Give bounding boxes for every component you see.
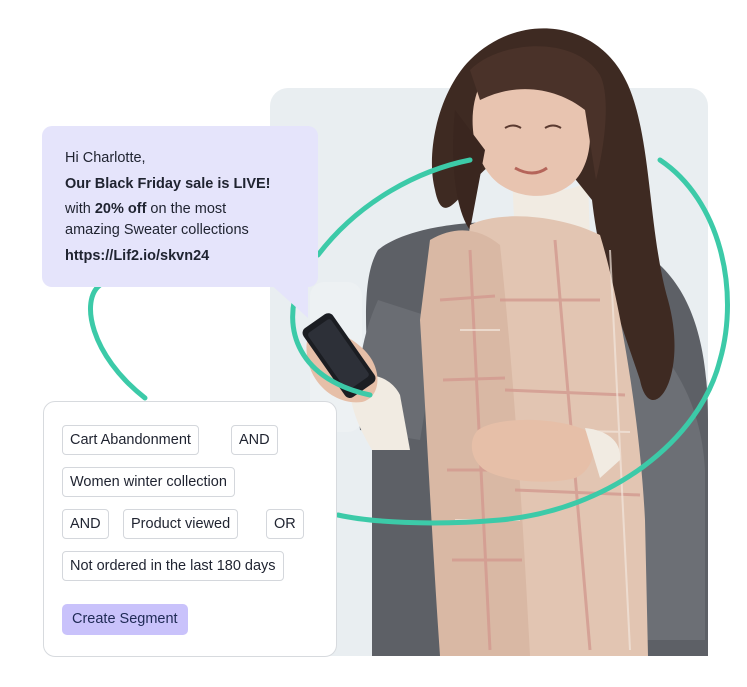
marketing-hero: Hi Charlotte, Our Black Friday sale is L… (0, 0, 747, 687)
condition-chip-cart-abandonment[interactable]: Cart Abandonment (62, 425, 199, 455)
offer-discount: 20% off (94, 201, 147, 217)
bubble-tail (268, 282, 308, 318)
message-link[interactable]: https://Lif2.io/skvn24 (65, 246, 298, 267)
operator-chip-and[interactable]: AND (231, 425, 278, 455)
operator-chip-and-2[interactable]: AND (62, 509, 109, 539)
message-headline: Our Black Friday sale is LIVE! (65, 175, 271, 192)
message-greeting: Hi Charlotte, (65, 150, 146, 166)
sms-message-bubble: Hi Charlotte, Our Black Friday sale is L… (42, 126, 318, 287)
condition-chip-not-ordered[interactable]: Not ordered in the last 180 days (62, 551, 284, 581)
create-segment-button[interactable]: Create Segment (62, 604, 188, 635)
offer-suffix: on the most (146, 201, 227, 217)
condition-chip-product-viewed[interactable]: Product viewed (123, 509, 239, 539)
message-offer-line: with 20% off on the most (65, 199, 298, 220)
offer-prefix: with (65, 201, 95, 217)
message-offer-line-2: amazing Sweater collections (65, 221, 249, 238)
condition-chip-women-winter-collection[interactable]: Women winter collection (62, 467, 235, 497)
segment-builder-card: Cart Abandonment AND Women winter collec… (43, 401, 337, 657)
operator-chip-or[interactable]: OR (266, 509, 304, 539)
